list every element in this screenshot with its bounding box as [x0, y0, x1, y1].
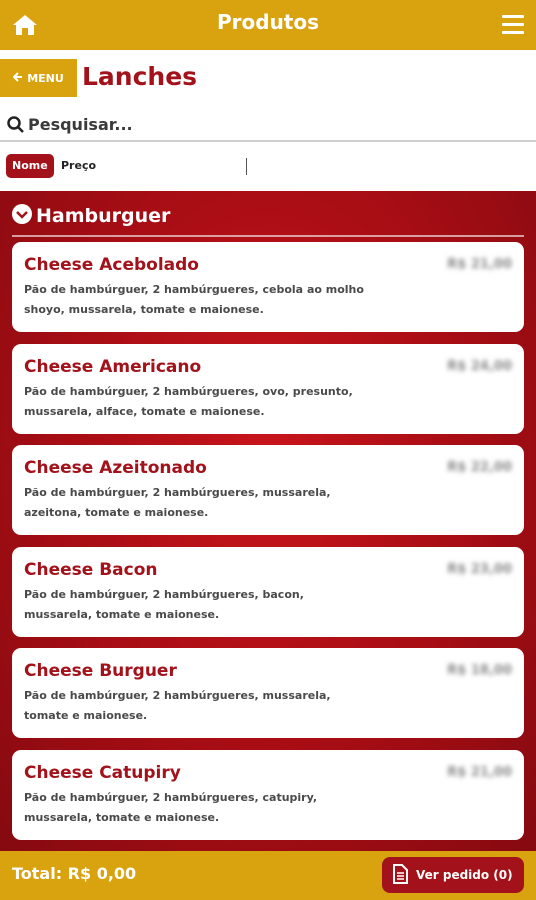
document-icon	[392, 863, 408, 887]
product-price: R$ 18,00	[447, 663, 512, 678]
product-card[interactable]: Cheese Azeitonado Pão de hambúrguer, 2 h…	[12, 445, 524, 535]
section-title: Hamburguer	[36, 205, 171, 227]
product-card[interactable]: Cheese Bacon Pão de hambúrguer, 2 hambúr…	[12, 547, 524, 637]
product-name: Cheese Burguer	[24, 661, 177, 681]
section-header[interactable]: Hamburguer	[12, 204, 170, 228]
search-input[interactable]	[28, 112, 508, 136]
search-bar	[0, 106, 536, 142]
page-title: Lanches	[82, 62, 198, 91]
product-description: Pão de hambúrguer, 2 hambúrgueres, catup…	[24, 791, 318, 824]
bottom-bar: Total: R$ 0,00 Ver pedido (0)	[0, 851, 536, 900]
product-card[interactable]: Cheese Americano Pão de hambúrguer, 2 ha…	[12, 344, 524, 434]
product-price: R$ 21,00	[447, 257, 512, 272]
product-name: Cheese Catupiry	[24, 763, 181, 783]
back-menu-button[interactable]: MENU	[0, 59, 77, 97]
sort-divider	[246, 158, 247, 175]
sort-bar: Nome Preço	[0, 150, 536, 182]
back-label: MENU	[27, 71, 64, 85]
app-title: Produtos	[216, 10, 320, 34]
product-price: R$ 21,00	[447, 765, 512, 780]
search-icon	[6, 115, 26, 135]
product-price: R$ 22,00	[447, 460, 512, 475]
arrow-left-icon	[12, 71, 23, 85]
product-card[interactable]: Cheese Catupiry Pão de hambúrguer, 2 ham…	[12, 750, 524, 840]
view-order-label: Ver pedido (0)	[416, 868, 513, 882]
product-price: R$ 23,00	[447, 562, 512, 577]
product-name: Cheese Azeitonado	[24, 458, 207, 478]
product-description: Pão de hambúrguer, 2 hambúrgueres, bacon…	[24, 588, 304, 621]
top-bar: Produtos	[0, 0, 536, 50]
product-description: Pão de hambúrguer, 2 hambúrgueres, mussa…	[24, 486, 331, 519]
order-total: Total: R$ 0,00	[12, 864, 137, 883]
hamburger-menu-icon[interactable]	[502, 15, 524, 35]
product-list: Hamburguer Cheese Acebolado Pão de hambú…	[0, 191, 536, 851]
view-order-button[interactable]: Ver pedido (0)	[382, 857, 524, 893]
product-card[interactable]: Cheese Acebolado Pão de hambúrguer, 2 ha…	[12, 242, 524, 332]
product-price: R$ 24,00	[447, 359, 512, 374]
product-name: Cheese Bacon	[24, 560, 158, 580]
product-name: Cheese Acebolado	[24, 255, 199, 275]
product-description: Pão de hambúrguer, 2 hambúrgueres, cebol…	[24, 283, 364, 316]
section-divider	[12, 235, 524, 237]
sort-by-price-button[interactable]: Preço	[61, 159, 96, 172]
chevron-down-icon	[12, 204, 32, 228]
sort-by-name-button[interactable]: Nome	[6, 154, 54, 178]
product-card[interactable]: Cheese Burguer Pão de hambúrguer, 2 hamb…	[12, 648, 524, 738]
product-description: Pão de hambúrguer, 2 hambúrgueres, ovo, …	[24, 385, 353, 418]
product-description: Pão de hambúrguer, 2 hambúrgueres, mussa…	[24, 689, 331, 722]
product-name: Cheese Americano	[24, 357, 202, 377]
